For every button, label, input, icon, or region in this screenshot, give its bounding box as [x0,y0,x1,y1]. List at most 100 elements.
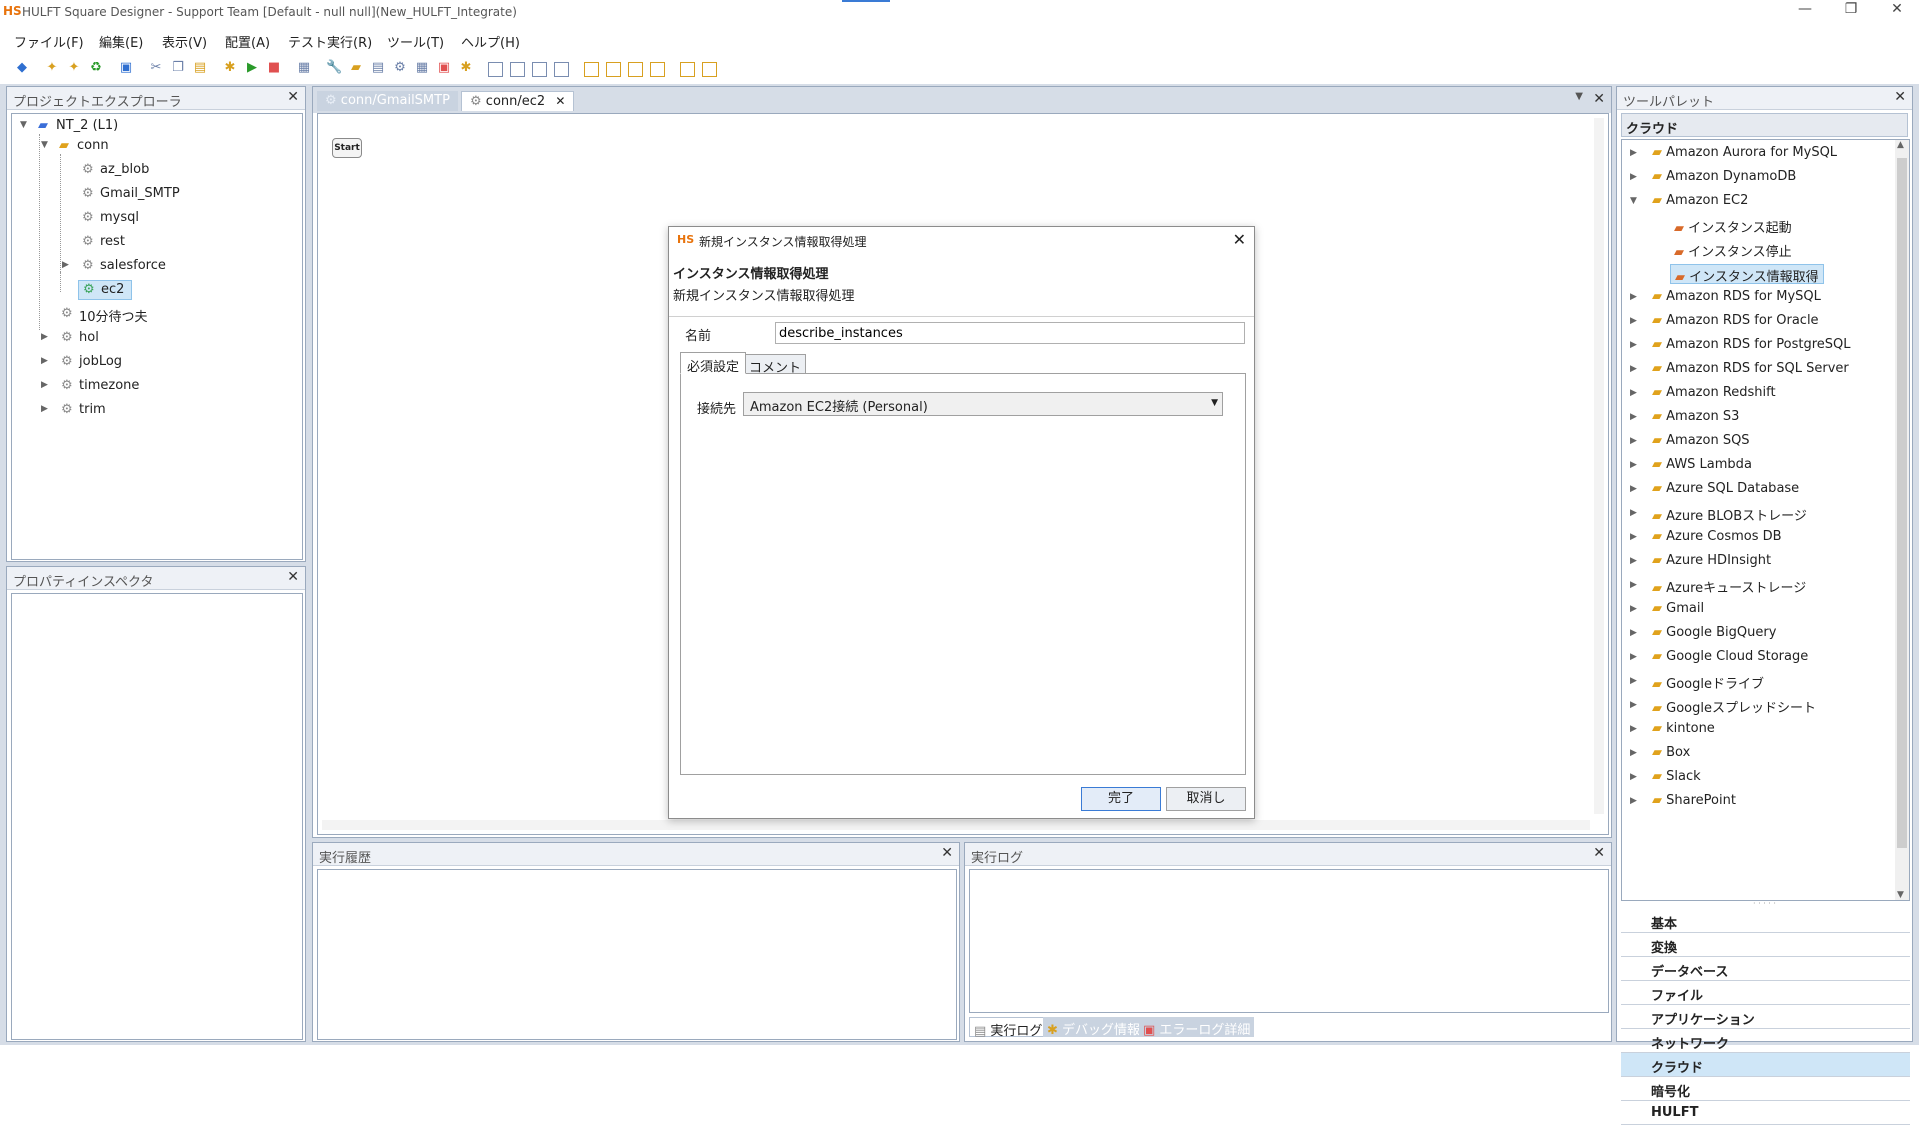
chevron-right-icon[interactable]: ▶ [1630,700,1637,710]
palette-folder[interactable]: ▶ ▰ Azure BLOBストレージ [1622,502,1909,526]
palette-folder[interactable]: ▶ ▰ AWS Lambda [1622,454,1909,478]
chevron-right-icon[interactable]: ▶ [1630,604,1637,614]
palette-folder[interactable]: ▶ ▰ Amazon RDS for SQL Server [1622,358,1909,382]
palette-folder[interactable]: ▶ ▰ Amazon DynamoDB [1622,166,1909,190]
paste-icon[interactable]: ▤ [192,60,208,76]
tab-required-settings[interactable]: 必須設定 [680,352,747,375]
same-height-icon[interactable] [650,62,665,77]
palette-folder[interactable]: ▶ ▰ Amazon Redshift [1622,382,1909,406]
palette-folder[interactable]: ▶ ▰ kintone [1622,718,1909,742]
palette-category[interactable]: 変換 [1621,933,1910,957]
chevron-right-icon[interactable]: ▶ [1630,724,1637,734]
close-icon[interactable]: ✕ [1593,845,1605,861]
tab-error-log[interactable]: ▣ エラーログ詳細 [1139,1017,1255,1038]
copy-icon[interactable]: ❐ [170,60,186,76]
save-icon[interactable]: ▣ [118,60,134,76]
palette-operation[interactable]: ▰ インスタンス情報取得 [1622,262,1909,286]
connection-select[interactable]: Amazon EC2接続 (Personal) ▼ [743,392,1223,416]
chevron-right-icon[interactable]: ▶ [1630,556,1637,566]
distribute-v-icon[interactable] [606,62,621,77]
menu-help[interactable]: ヘルプ(H) [461,32,520,51]
palette-folder[interactable]: ▶ ▰ Box [1622,742,1909,766]
chevron-right-icon[interactable]: ▶ [1630,532,1637,542]
distribute-h-icon[interactable] [584,62,599,77]
tab-conn-gmailsmtp[interactable]: ⚙ conn/GmailSMTP [317,91,458,111]
stop-icon[interactable]: ■ [266,60,282,76]
chevron-right-icon[interactable]: ▶ [1630,508,1637,518]
bug-icon[interactable]: ✱ [458,60,474,76]
same-size-icon[interactable] [680,62,695,77]
chevron-right-icon[interactable]: ▶ [1630,172,1637,182]
document-icon[interactable]: ▤ [370,60,386,76]
palette-operation[interactable]: ▰ インスタンス起動 [1622,214,1909,238]
palette-folder[interactable]: ▶ ▰ Azure Cosmos DB [1622,526,1909,550]
close-icon[interactable]: ✕ [287,89,299,105]
chevron-right-icon[interactable]: ▶ [1630,316,1637,326]
close-window-button[interactable]: ✕ [1882,1,1912,17]
palette-folder[interactable]: ▶ ▰ Googleドライブ [1622,670,1909,694]
tab-debug-info[interactable]: ✱ デバッグ情報 [1043,1017,1145,1038]
align-right-icon[interactable] [532,62,547,77]
chevron-right-icon[interactable]: ▶ [1630,628,1637,638]
menu-file[interactable]: ファイル(F) [14,32,84,51]
palette-folder[interactable]: ▶ ▰ Amazon SQS [1622,430,1909,454]
tab-exec-log[interactable]: ▤ 実行ログ [969,1017,1048,1039]
palette-category[interactable]: ネットワーク [1621,1029,1910,1053]
chevron-right-icon[interactable]: ▶ [1630,340,1637,350]
chevron-right-icon[interactable]: ▶ [1630,796,1637,806]
palette-folder[interactable]: ▶ ▰ Googleスプレッドシート [1622,694,1909,718]
tab-conn-ec2[interactable]: ⚙ conn/ec2 ✕ [461,91,575,111]
back-icon[interactable]: ◆ [14,60,30,76]
chevron-right-icon[interactable]: ▶ [1630,460,1637,470]
palette-folder[interactable]: ▶ ▰ Slack [1622,766,1909,790]
chevron-right-icon[interactable]: ▶ [1630,388,1637,398]
chevron-right-icon[interactable]: ▶ [1630,292,1637,302]
chevron-right-icon[interactable]: ▶ [1630,484,1637,494]
variable-icon[interactable]: ⚙ [392,60,408,76]
palette-folder[interactable]: ▶ ▰ Azureキューストレージ [1622,574,1909,598]
palette-splitter[interactable]: · · · · · [1621,899,1908,908]
chevron-down-icon[interactable]: ▼ [1630,196,1637,206]
chevron-right-icon[interactable]: ▶ [1630,676,1637,686]
close-tab-icon[interactable]: ✕ [555,94,565,108]
close-editor-icon[interactable]: ✕ [1593,91,1605,107]
ok-button[interactable]: 完了 [1081,787,1161,811]
start-node[interactable]: Start [332,138,362,158]
tree-item-ec2-selected[interactable]: ⚙ ec2 [78,280,132,300]
wrench-icon[interactable]: 🔧 [326,60,342,76]
menu-arrange[interactable]: 配置(A) [225,32,270,51]
palette-folder[interactable]: ▶ ▰ Azure HDInsight [1622,550,1909,574]
palette-category[interactable]: ファイル [1621,981,1910,1005]
palette-folder[interactable]: ▶ ▰ Amazon RDS for PostgreSQL [1622,334,1909,358]
chevron-right-icon[interactable]: ▶ [1630,748,1637,758]
close-icon[interactable]: ✕ [287,569,299,585]
align-top-icon[interactable] [554,62,569,77]
same-width-icon[interactable] [628,62,643,77]
restore-button[interactable]: ❐ [1836,1,1866,17]
palette-folder[interactable]: ▶ ▰ Google Cloud Storage [1622,646,1909,670]
align-left-icon[interactable] [488,62,503,77]
debug-icon[interactable]: ✱ [222,60,238,76]
palette-folder[interactable]: ▶ ▰ Gmail [1622,598,1909,622]
palette-folder[interactable]: ▶ ▰ Google BigQuery [1622,622,1909,646]
menu-view[interactable]: 表示(V) [162,32,207,51]
tab-comment[interactable]: コメント [744,354,807,376]
chevron-right-icon[interactable]: ▶ [1630,436,1637,446]
dialog-close-icon[interactable]: ✕ [1233,230,1246,249]
refresh-icon[interactable]: ♻ [88,60,104,76]
palette-folder[interactable]: ▶ ▰ Amazon S3 [1622,406,1909,430]
palette-category[interactable]: クラウド [1621,1053,1910,1077]
palette-category[interactable]: アプリケーション [1621,1005,1910,1029]
chevron-right-icon[interactable]: ▶ [1630,580,1637,590]
palette-category[interactable]: HULFT [1621,1101,1910,1125]
palette-category[interactable]: 基本 [1621,909,1910,933]
canvas-hscrollbar[interactable] [322,820,1590,830]
new-project-icon[interactable]: ✦ [44,60,60,76]
chevron-right-icon[interactable]: ▶ [1630,412,1637,422]
fit-icon[interactable] [702,62,717,77]
palette-folder[interactable]: ▶ ▰ Azure SQL Database [1622,478,1909,502]
menu-test-run[interactable]: テスト実行(R) [288,32,372,51]
align-center-icon[interactable] [510,62,525,77]
palette-operation[interactable]: ▰ インスタンス停止 [1622,238,1909,262]
table-icon[interactable]: ▦ [414,60,430,76]
